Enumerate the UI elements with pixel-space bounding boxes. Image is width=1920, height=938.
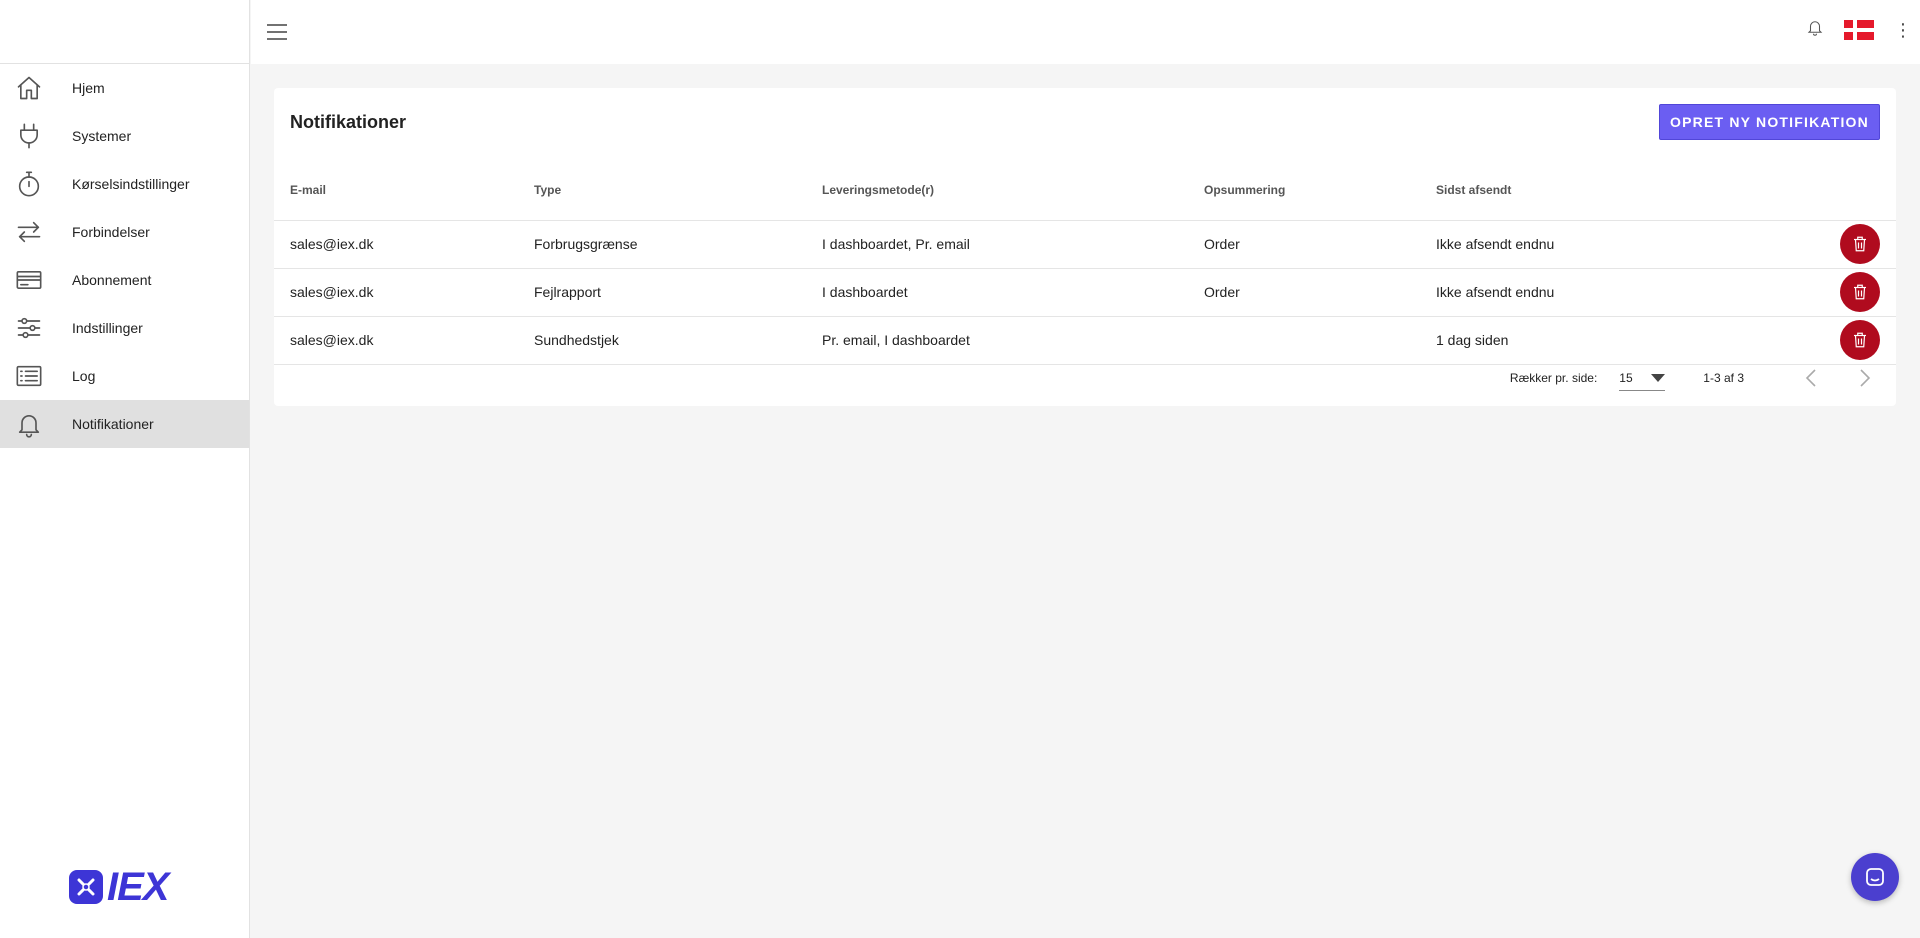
stopwatch-icon: [0, 170, 72, 198]
logo-mark-icon: [69, 870, 103, 904]
chevron-right-icon: [1860, 369, 1871, 387]
sidebar-item-label: Notifikationer: [72, 416, 154, 432]
notifications-bell-icon[interactable]: [1806, 18, 1824, 41]
rows-per-page-select[interactable]: 15: [1619, 365, 1666, 391]
bell-icon: [0, 410, 72, 438]
home-icon: [0, 74, 72, 102]
pagination: Rækker pr. side: 15 1-3 af 3: [274, 350, 1896, 406]
previous-page-button[interactable]: [1792, 358, 1832, 398]
sidebar-item-label: Forbindelser: [72, 224, 150, 240]
sidebar-item-label: Log: [72, 368, 96, 384]
cell-email: sales@iex.dk: [274, 268, 518, 317]
sliders-icon: [0, 314, 72, 342]
plug-icon: [0, 122, 72, 150]
trash-icon: [1854, 284, 1866, 300]
table-header-row: E-mail Type Leveringsmetode(r) Opsummeri…: [274, 160, 1896, 221]
cell-summary: Order: [1188, 220, 1420, 269]
chat-support-button[interactable]: [1851, 853, 1899, 901]
arrows-icon: [0, 218, 72, 246]
rows-per-page-label: Rækker pr. side:: [1509, 371, 1598, 385]
sidebar-item-korselsindstillinger[interactable]: Kørselsindstillinger: [0, 160, 249, 208]
table-row: sales@iex.dk Forbrugsgrænse I dashboarde…: [274, 220, 1896, 269]
sidebar-item-forbindelser[interactable]: Forbindelser: [0, 208, 249, 256]
column-header-actions: [1720, 160, 1896, 221]
rows-per-page-value: 15: [1619, 370, 1633, 385]
sidebar-nav: Hjem Systemer Kørselsindstillinger Forbi…: [0, 64, 249, 448]
sidebar-item-hjem[interactable]: Hjem: [0, 64, 249, 112]
brand-name: IEX: [107, 865, 169, 909]
trash-icon: [1854, 236, 1866, 252]
column-header-delivery: Leveringsmetode(r): [806, 160, 1188, 221]
cell-delivery: I dashboardet, Pr. email: [806, 220, 1188, 269]
hamburger-icon: [267, 24, 287, 40]
next-page-button[interactable]: [1844, 358, 1884, 398]
cell-actions: [1720, 220, 1896, 269]
page-title: Notifikationer: [290, 112, 407, 132]
top-bar-actions: ⋮: [1806, 18, 1912, 41]
delete-button[interactable]: [1840, 272, 1880, 312]
sidebar-item-label: Indstillinger: [72, 320, 143, 336]
column-header-last-sent: Sidst afsendt: [1420, 160, 1720, 221]
menu-toggle-button[interactable]: [261, 16, 293, 48]
cell-last-sent: Ikke afsendt endnu: [1420, 268, 1720, 317]
sidebar-item-log[interactable]: Log: [0, 352, 249, 400]
create-notification-button[interactable]: OPRET NY NOTIFIKATION: [1659, 104, 1880, 140]
notifications-table: E-mail Type Leveringsmetode(r) Opsummeri…: [274, 160, 1896, 365]
danish-flag-icon[interactable]: [1844, 19, 1874, 40]
top-bar: ⋮: [251, 0, 1920, 64]
more-options-icon[interactable]: ⋮: [1894, 21, 1912, 39]
sidebar: Hjem Systemer Kørselsindstillinger Forbi…: [0, 0, 250, 938]
cell-type: Forbrugsgrænse: [518, 220, 806, 269]
sidebar-header: [0, 0, 249, 64]
chevron-left-icon: [1805, 369, 1816, 387]
cell-actions: [1720, 268, 1896, 317]
sidebar-item-label: Abonnement: [72, 272, 152, 288]
sidebar-item-label: Systemer: [72, 128, 132, 144]
chat-icon: [1866, 868, 1884, 886]
sidebar-item-notifikationer[interactable]: Notifikationer: [0, 400, 249, 448]
sidebar-item-indstillinger[interactable]: Indstillinger: [0, 304, 249, 352]
cell-delivery: I dashboardet: [806, 268, 1188, 317]
credit-card-icon: [0, 266, 72, 294]
column-header-email: E-mail: [274, 160, 518, 221]
table-row: sales@iex.dk Fejlrapport I dashboardet O…: [274, 268, 1896, 317]
sidebar-item-systemer[interactable]: Systemer: [0, 112, 249, 160]
list-icon: [0, 362, 72, 390]
column-header-type: Type: [518, 160, 806, 221]
delete-button[interactable]: [1840, 224, 1880, 264]
sidebar-item-label: Kørselsindstillinger: [72, 176, 190, 192]
column-header-summary: Opsummering: [1188, 160, 1420, 221]
trash-icon: [1854, 332, 1866, 348]
brand-logo: IEX: [69, 865, 169, 909]
cell-type: Fejlrapport: [518, 268, 806, 317]
caret-down-icon: [1651, 373, 1666, 382]
sidebar-item-label: Hjem: [72, 80, 105, 96]
cell-summary: Order: [1188, 268, 1420, 317]
cell-email: sales@iex.dk: [274, 220, 518, 269]
pagination-range: 1-3 af 3: [1703, 371, 1744, 385]
notifications-card: Notifikationer OPRET NY NOTIFIKATION E-m…: [274, 88, 1896, 406]
sidebar-item-abonnement[interactable]: Abonnement: [0, 256, 249, 304]
cell-last-sent: Ikke afsendt endnu: [1420, 220, 1720, 269]
